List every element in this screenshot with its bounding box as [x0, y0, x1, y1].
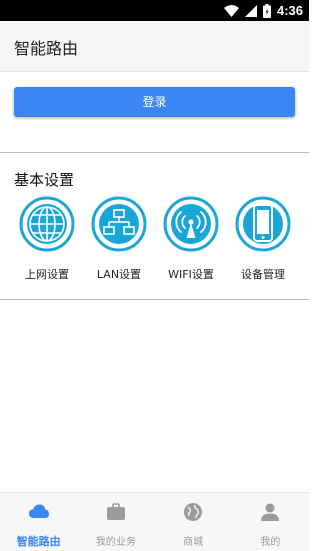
settings-grid: 上网设置 LAN设置 WIFI设置 设备管理	[13, 196, 297, 282]
nav-item-me[interactable]: 我的	[232, 493, 309, 551]
tile-label: 上网设置	[25, 268, 69, 281]
page-title: 智能路由	[14, 39, 79, 58]
tile-internet-settings[interactable]: 上网设置	[13, 196, 81, 282]
login-section: 登录	[0, 72, 309, 153]
nav-label: 我的	[260, 537, 281, 548]
battery-icon	[262, 3, 271, 18]
tile-label: WIFI设置	[168, 268, 214, 281]
briefcase-icon	[106, 503, 125, 520]
nav-item-smart-router[interactable]: 智能路由	[0, 493, 77, 551]
status-bar: 4:36	[0, 0, 309, 21]
phone-icon	[235, 196, 291, 252]
tile-label: 设备管理	[241, 268, 285, 281]
signal-icon	[244, 4, 257, 17]
status-time: 4:36	[276, 3, 303, 18]
status-icons: 4:36	[223, 2, 303, 19]
wifi-antenna-icon	[163, 196, 219, 252]
nav-label: 商城	[183, 537, 204, 548]
tile-wifi-settings[interactable]: WIFI设置	[157, 196, 225, 282]
bottom-navigation: 智能路由 我的业务 商城 我的	[0, 492, 309, 551]
nav-label: 我的业务	[95, 537, 136, 548]
nav-item-my-business[interactable]: 我的业务	[77, 493, 154, 551]
tile-label: LAN设置	[96, 268, 142, 281]
globe-icon	[19, 196, 75, 252]
tile-device-management[interactable]: 设备管理	[229, 196, 297, 282]
nav-item-mall[interactable]: 商城	[155, 493, 232, 551]
basic-settings-section: 基本设置 上网设置 LAN设置 WIFI设置 设备管理	[0, 153, 309, 300]
wifi-icon	[223, 4, 239, 17]
globe-icon	[184, 503, 203, 521]
section-title: 基本设置	[14, 171, 75, 189]
login-button[interactable]: 登录	[14, 87, 295, 117]
cloud-icon	[28, 504, 49, 518]
app-bar: 智能路由	[0, 21, 309, 72]
tile-lan-settings[interactable]: LAN设置	[85, 196, 153, 282]
nav-label: 智能路由	[16, 535, 61, 548]
user-icon	[261, 503, 280, 521]
network-topology-icon	[91, 196, 147, 252]
